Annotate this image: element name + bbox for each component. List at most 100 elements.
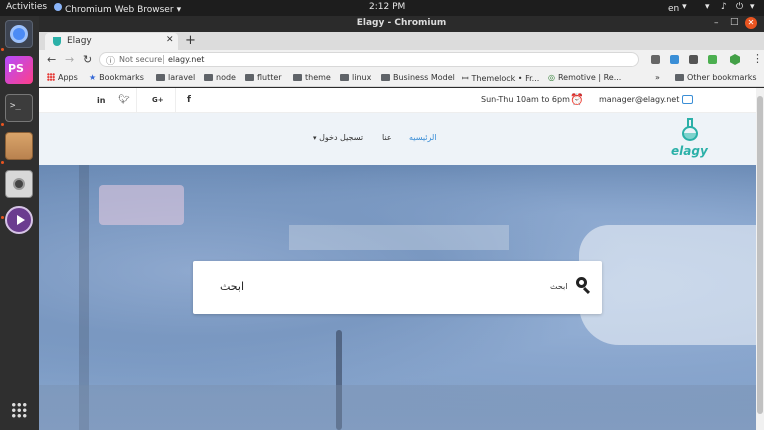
language-label: en xyxy=(668,4,680,14)
bookmark-label: laravel xyxy=(168,73,196,82)
bookmark-other[interactable]: Other bookmarks xyxy=(675,73,757,82)
running-indicator xyxy=(1,123,4,126)
themelock-icon: ꟷ xyxy=(462,74,469,83)
system-top-bar: Activities Chromium Web Browser ▾ 2:12 PM… xyxy=(0,0,764,16)
nav-login-dropdown[interactable]: ▾ تسجيل دخول xyxy=(313,133,363,142)
clock-icon: ⏰ xyxy=(570,93,584,106)
folder-icon xyxy=(156,74,165,81)
window-titlebar[interactable]: Elagy - Chromium – □ ✕ xyxy=(39,16,764,32)
media-player-dock-icon[interactable] xyxy=(5,206,33,234)
extension-icon[interactable] xyxy=(708,55,717,64)
app-menu[interactable]: Chromium Web Browser ▾ xyxy=(54,2,181,15)
bookmark-bookmarks[interactable]: ★ Bookmarks xyxy=(89,73,144,82)
contact-strip: in 🐦︎ G+ f Sun-Thu 10am to 6pm ⏰ manager… xyxy=(39,88,756,113)
nav-about[interactable]: عنا xyxy=(382,133,392,142)
bookmark-label: flutter xyxy=(257,73,282,82)
apps-grid-icon xyxy=(47,73,55,81)
logo[interactable]: elagy xyxy=(669,118,711,162)
bookmark-flutter[interactable]: flutter xyxy=(245,73,282,82)
extension-icon[interactable] xyxy=(670,55,679,64)
chromium-dock-icon[interactable] xyxy=(5,20,33,48)
url-text: elagy.net xyxy=(168,55,205,64)
bookmark-label: Business Model xyxy=(393,73,455,82)
clock[interactable]: 2:12 PM xyxy=(369,2,405,12)
bookmark-themelock[interactable]: ꟷ Themelock • Fr... xyxy=(462,73,539,84)
chromium-icon xyxy=(54,3,62,11)
apps-shortcut[interactable]: Apps xyxy=(47,73,78,82)
divider xyxy=(136,88,137,113)
address-bar[interactable]: ⓘ Not secure elagy.net xyxy=(99,52,639,67)
folder-icon xyxy=(340,74,349,81)
menu-icon[interactable]: ⋮ xyxy=(752,52,763,65)
system-menu-caret-icon[interactable]: ▾ xyxy=(750,2,755,12)
extension-icon[interactable] xyxy=(651,55,660,64)
search-input[interactable]: ابحث xyxy=(220,280,244,293)
language-indicator[interactable]: en ▾ xyxy=(668,2,687,14)
reload-icon[interactable]: ↻ xyxy=(83,53,92,66)
bookmark-label: linux xyxy=(352,73,372,82)
running-indicator xyxy=(1,161,4,164)
extension-icon[interactable] xyxy=(689,55,698,64)
nav-home[interactable]: الرئيسيه xyxy=(409,133,437,142)
files-dock-icon[interactable] xyxy=(5,132,33,160)
facebook-icon[interactable]: f xyxy=(187,95,191,105)
bookmark-linux[interactable]: linux xyxy=(340,73,371,82)
tab-elagy[interactable]: Elagy ✕ xyxy=(45,33,178,50)
camera-dock-icon[interactable] xyxy=(5,170,33,198)
folder-icon xyxy=(204,74,213,81)
bookmark-remotive[interactable]: ◎ Remotive | Re... xyxy=(548,73,621,82)
email-link[interactable]: manager@elagy.net xyxy=(599,95,679,104)
tab-close-icon[interactable]: ✕ xyxy=(166,35,174,45)
folder-icon xyxy=(675,74,684,81)
bookmark-label: Other bookmarks xyxy=(687,73,757,82)
close-window-icon[interactable]: ✕ xyxy=(745,17,757,29)
app-menu-label: Chromium Web Browser xyxy=(65,5,174,15)
bookmarks-overflow-icon[interactable]: » xyxy=(655,73,660,82)
bookmark-label: Bookmarks xyxy=(99,73,144,82)
dock: PS >_ xyxy=(0,16,39,430)
folder-icon xyxy=(381,74,390,81)
folder-icon xyxy=(245,74,254,81)
search-icon[interactable] xyxy=(576,277,591,295)
search-box[interactable]: ابحث ابحث xyxy=(193,261,602,314)
extension-icon[interactable] xyxy=(730,54,740,65)
contact-card-icon xyxy=(682,95,693,104)
bookmarks-bar: Apps ★ Bookmarks laravel node flutter the… xyxy=(39,70,764,87)
scrollbar-thumb[interactable] xyxy=(757,96,763,414)
info-icon: ⓘ xyxy=(106,57,116,67)
star-bookmark-icon: ★ xyxy=(89,73,97,82)
terminal-dock-icon[interactable]: >_ xyxy=(5,94,33,122)
search-button-label[interactable]: ابحث xyxy=(550,282,567,291)
activities-button[interactable]: Activities xyxy=(6,2,47,12)
apps-label: Apps xyxy=(58,73,78,82)
network-icon[interactable]: ▾ xyxy=(705,2,710,12)
bookmark-laravel[interactable]: laravel xyxy=(156,73,195,82)
bookmark-label: Remotive | Re... xyxy=(557,73,622,82)
forward-icon[interactable]: → xyxy=(65,53,74,66)
power-icon[interactable]: ⏻ xyxy=(736,2,743,12)
divider xyxy=(175,88,176,113)
bookmark-theme[interactable]: theme xyxy=(293,73,331,82)
linkedin-icon[interactable]: in xyxy=(97,96,105,105)
nav-login-label: تسجيل دخول xyxy=(319,133,364,142)
bookmark-business-model[interactable]: Business Model xyxy=(381,73,455,82)
bookmark-label: node xyxy=(216,73,236,82)
show-applications-icon[interactable] xyxy=(11,402,27,418)
tab-title: Elagy xyxy=(67,36,92,46)
window-title: Elagy - Chromium xyxy=(356,18,447,28)
bookmark-label: Themelock • Fr... xyxy=(471,74,540,83)
folder-icon xyxy=(293,74,302,81)
new-tab-button[interactable]: + xyxy=(185,33,196,48)
lab-floor-shape xyxy=(39,385,756,430)
maximize-icon[interactable]: □ xyxy=(730,17,739,27)
security-label: Not secure xyxy=(119,55,163,64)
googleplus-icon[interactable]: G+ xyxy=(152,96,164,104)
bookmark-label: theme xyxy=(305,73,331,82)
bookmark-node[interactable]: node xyxy=(204,73,236,82)
minimize-icon[interactable]: – xyxy=(714,18,719,28)
volume-icon[interactable]: ♪ xyxy=(721,2,727,12)
back-icon[interactable]: ← xyxy=(47,53,56,66)
twitter-icon[interactable]: 🐦︎ xyxy=(118,95,129,105)
caret-down-icon: ▾ xyxy=(313,134,317,142)
phpstorm-dock-icon[interactable]: PS xyxy=(5,56,33,84)
